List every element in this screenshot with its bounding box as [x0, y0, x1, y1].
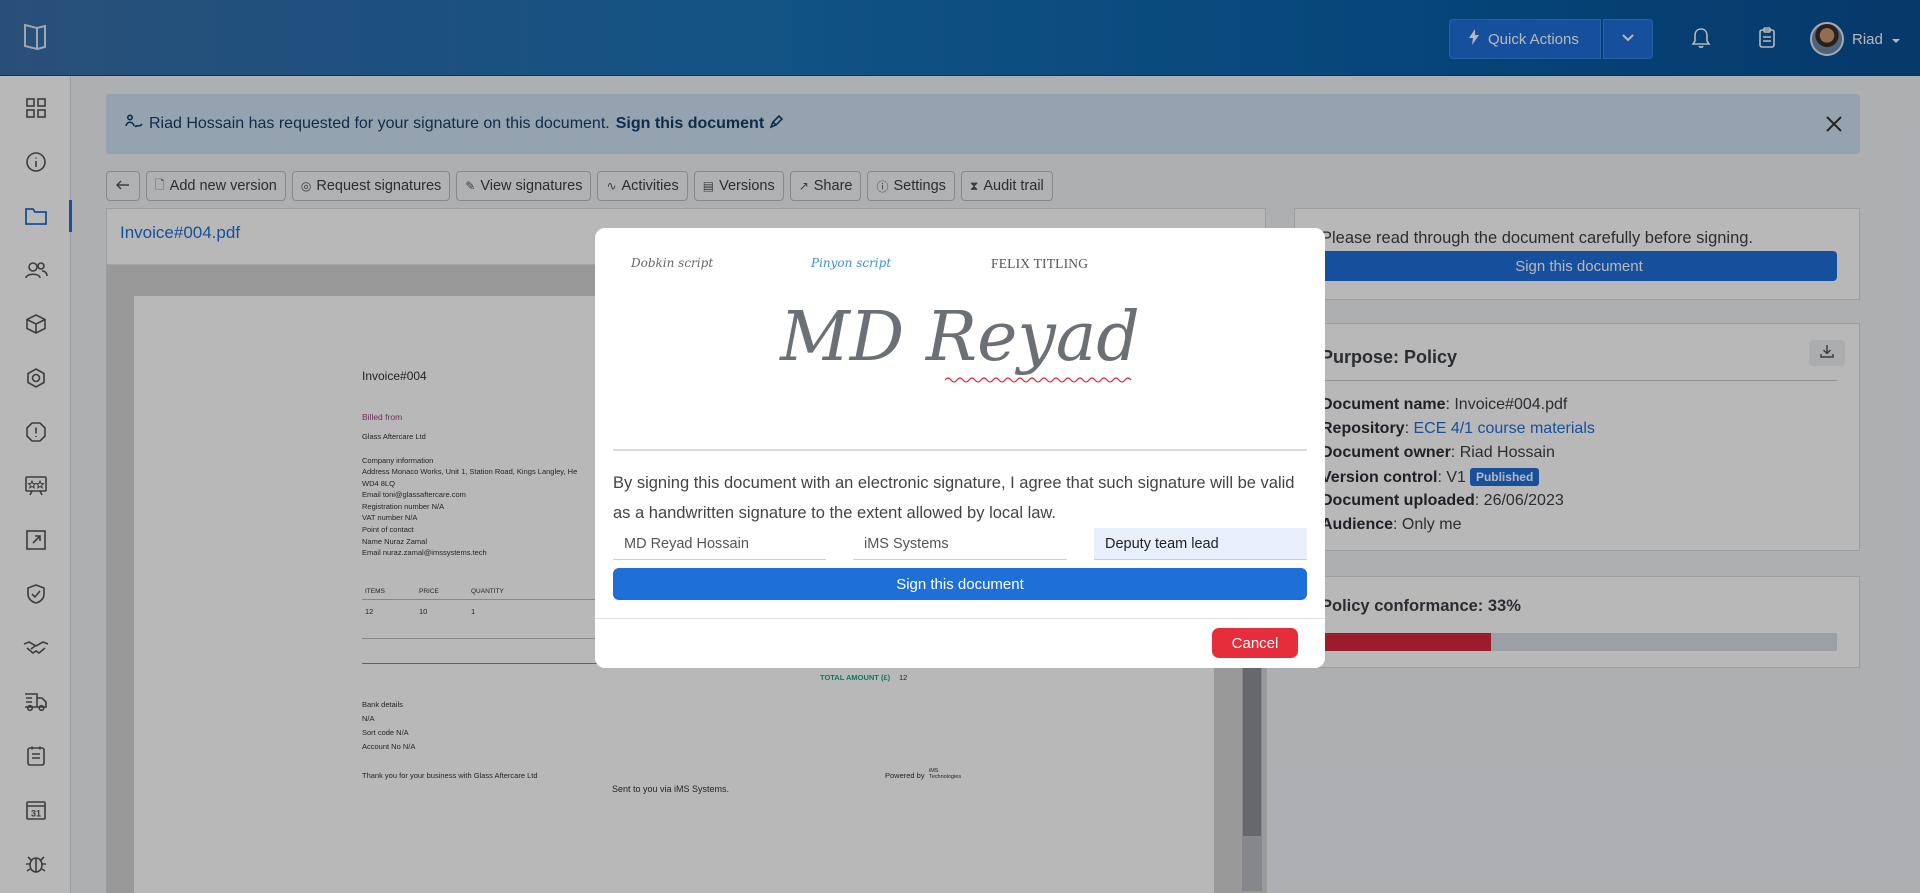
modal-footer-divider	[595, 618, 1325, 619]
font-option-felix[interactable]: FELIX TITLING	[991, 256, 1088, 272]
cancel-button[interactable]: Cancel	[1212, 628, 1298, 658]
signature-modal: Dobkin script Pinyon script FELIX TITLIN…	[595, 228, 1325, 668]
modal-sign-button[interactable]: Sign this document	[613, 568, 1307, 600]
spellcheck-squiggle	[945, 377, 1132, 383]
signer-name-field[interactable]	[613, 528, 826, 560]
signature-divider	[613, 449, 1307, 451]
font-option-pinyon[interactable]: Pinyon script	[811, 256, 891, 270]
role-field[interactable]	[1094, 528, 1307, 560]
agreement-text: By signing this document with an electro…	[613, 474, 1295, 522]
font-option-dobkin[interactable]: Dobkin script	[631, 256, 713, 270]
signature-preview: MD Reyad	[780, 298, 1140, 377]
company-field[interactable]	[853, 528, 1067, 560]
